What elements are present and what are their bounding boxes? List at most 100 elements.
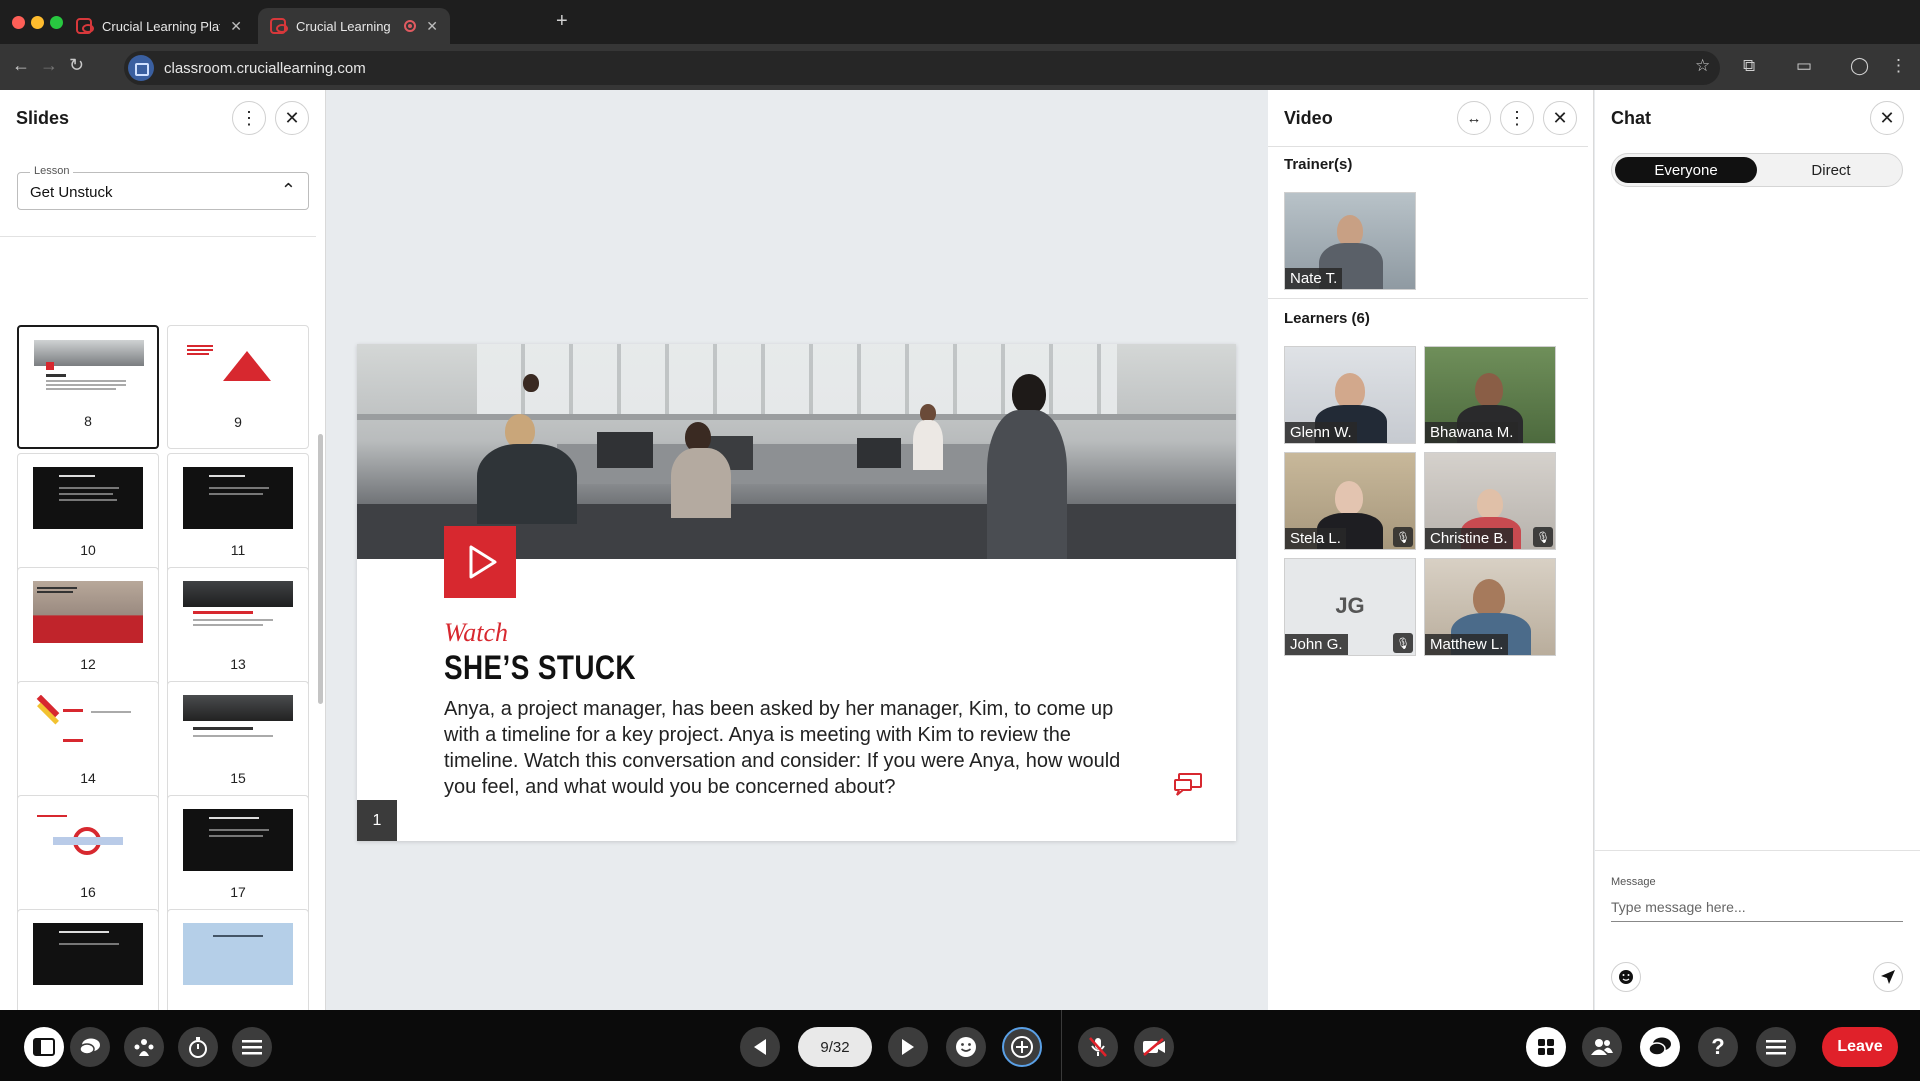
breakout-groups-button[interactable]: [124, 1027, 164, 1067]
more-menu-button[interactable]: [232, 1027, 272, 1067]
participant-initials: JG: [1335, 593, 1365, 618]
slide-thumbnail-number: 11: [230, 542, 246, 558]
browser-tab-1[interactable]: Crucial Learning Platform: Ev ✕: [64, 8, 254, 44]
recording-indicator-icon: [404, 20, 417, 32]
message-input[interactable]: [1611, 892, 1903, 922]
emoji-button[interactable]: [1611, 962, 1641, 992]
play-video-button[interactable]: [444, 526, 516, 598]
emoji-icon: [1619, 970, 1633, 984]
crucial-learning-favicon-icon: [270, 18, 288, 34]
help-button[interactable]: ?: [1698, 1027, 1738, 1067]
bookmark-star-icon[interactable]: ☆: [1695, 56, 1710, 76]
grid-icon: [1538, 1039, 1554, 1055]
close-tab-icon[interactable]: ✕: [426, 18, 438, 35]
thumbnail-scrollbar[interactable]: [318, 434, 323, 704]
send-message-button[interactable]: [1873, 962, 1903, 992]
slide-thumbnail-14[interactable]: 14: [17, 681, 159, 805]
muted-mic-icon: 🎙: [1393, 527, 1413, 547]
slide-thumbnail-11[interactable]: 11: [167, 453, 309, 577]
slide-thumbnail-17[interactable]: 17: [167, 795, 309, 919]
reload-icon[interactable]: ↻: [69, 55, 84, 76]
slide-thumbnail-image: [183, 809, 293, 871]
triangle-left-icon: [754, 1039, 766, 1055]
chat-toggle-button[interactable]: [1640, 1027, 1680, 1067]
slides-close-button[interactable]: ✕: [275, 101, 309, 135]
video-tile-learner[interactable]: Glenn W.: [1284, 346, 1416, 444]
meeting-control-bar: 9/32 ? Leave: [0, 1010, 1920, 1081]
chat-audience-toggle: Everyone Direct: [1611, 153, 1903, 187]
video-tile-learner[interactable]: Christine B. 🎙: [1424, 452, 1556, 550]
video-close-button[interactable]: ✕: [1543, 101, 1577, 135]
slides-panel-toggle-button[interactable]: [24, 1027, 64, 1067]
extensions-puzzle-icon[interactable]: ⧉: [1743, 56, 1755, 76]
grid-view-button[interactable]: [1526, 1027, 1566, 1067]
slide-thumbnail-image: [33, 809, 143, 871]
tab-everyone[interactable]: Everyone: [1615, 157, 1757, 183]
people-icon: [1591, 1039, 1613, 1055]
new-tab-icon[interactable]: +: [556, 10, 568, 33]
reactions-button[interactable]: [946, 1027, 986, 1067]
slide-thumbnail-image: [183, 339, 293, 401]
slide-thumbnail-8[interactable]: 8: [17, 325, 159, 449]
maximize-window-button[interactable]: [50, 16, 63, 29]
slide-thumbnail-13[interactable]: 13: [167, 567, 309, 691]
site-info-icon[interactable]: [128, 55, 154, 81]
chat-close-button[interactable]: ✕: [1870, 101, 1904, 135]
camera-toggle-button[interactable]: [1134, 1027, 1174, 1067]
minimize-window-button[interactable]: [31, 16, 44, 29]
video-more-options-button[interactable]: ⋮: [1500, 101, 1534, 135]
microphone-toggle-button[interactable]: [1078, 1027, 1118, 1067]
close-tab-icon[interactable]: ✕: [230, 18, 242, 35]
slide-thumbnail-image: [33, 581, 143, 643]
tab-direct[interactable]: Direct: [1762, 157, 1900, 183]
browser-tab-strip: Crucial Learning Platform: Ev ✕ Crucial …: [0, 0, 1920, 44]
video-panel-header: Video ↔ ⋮ ✕: [1268, 90, 1593, 146]
discussion-button[interactable]: [70, 1027, 110, 1067]
slide-title: SHE’S STUCK: [444, 649, 636, 687]
slide-thumbnail-16[interactable]: 16: [17, 795, 159, 919]
expand-horizontal-button[interactable]: ↔: [1457, 101, 1491, 135]
next-slide-button[interactable]: [888, 1027, 928, 1067]
forward-arrow-icon[interactable]: →: [40, 55, 58, 76]
close-window-button[interactable]: [12, 16, 25, 29]
slide-thumbnail-number: 13: [230, 656, 246, 672]
slides-more-options-button[interactable]: ⋮: [232, 101, 266, 135]
video-tile-learner[interactable]: JG John G. 🎙: [1284, 558, 1416, 656]
video-tile-learner[interactable]: Stela L. 🎙: [1284, 452, 1416, 550]
slide-thumbnail-15[interactable]: 15: [167, 681, 309, 805]
hamburger-menu-icon: [242, 1040, 262, 1055]
slide-thumbnail-10[interactable]: 10: [17, 453, 159, 577]
video-tile-trainer[interactable]: Nate T.: [1284, 192, 1416, 290]
slide-thumbnail-number: 15: [230, 770, 246, 786]
add-content-button[interactable]: [1002, 1027, 1042, 1067]
back-arrow-icon[interactable]: ←: [12, 55, 30, 76]
stopwatch-icon: [189, 1037, 207, 1058]
slide-eyebrow: Watch: [444, 618, 509, 647]
lesson-select[interactable]: Lesson Get Unstuck ⌃: [17, 165, 309, 210]
timer-button[interactable]: [178, 1027, 218, 1067]
chevron-up-icon: ⌃: [280, 180, 296, 200]
cast-icon[interactable]: ▭: [1796, 56, 1812, 76]
slide-thumbnail-image: [183, 467, 293, 529]
slide-pager[interactable]: 9/32: [798, 1027, 872, 1067]
previous-slide-button[interactable]: [740, 1027, 780, 1067]
browser-menu-icon[interactable]: ⋮: [1890, 56, 1907, 76]
browser-tab-2-active[interactable]: Crucial Learning ✕: [258, 8, 450, 44]
profile-icon[interactable]: ◯: [1850, 56, 1869, 76]
slide-thumbnail-12[interactable]: 12: [17, 567, 159, 691]
address-bar[interactable]: classroom.cruciallearning.com: [124, 51, 1720, 85]
slide-thumbnail-18[interactable]: [17, 909, 159, 1010]
learners-heading: Learners (6): [1284, 310, 1370, 327]
slide-thumbnail-9[interactable]: 9: [167, 325, 309, 449]
settings-menu-button[interactable]: [1756, 1027, 1796, 1067]
discussion-icon: [1174, 773, 1202, 796]
chat-panel-header: Chat ✕: [1595, 90, 1920, 146]
slide-thumbnail-image: [33, 923, 143, 985]
participants-button[interactable]: [1582, 1027, 1622, 1067]
video-tile-learner[interactable]: Matthew L.: [1424, 558, 1556, 656]
slide-thumbnail-19[interactable]: [167, 909, 309, 1010]
chat-panel-title: Chat: [1611, 107, 1651, 128]
classroom-app: Slides ⋮ ✕ Lesson Get Unstuck ⌃ 8 9 10 1…: [0, 90, 1920, 1010]
leave-button[interactable]: Leave: [1822, 1027, 1898, 1067]
video-tile-learner[interactable]: Bhawana M.: [1424, 346, 1556, 444]
